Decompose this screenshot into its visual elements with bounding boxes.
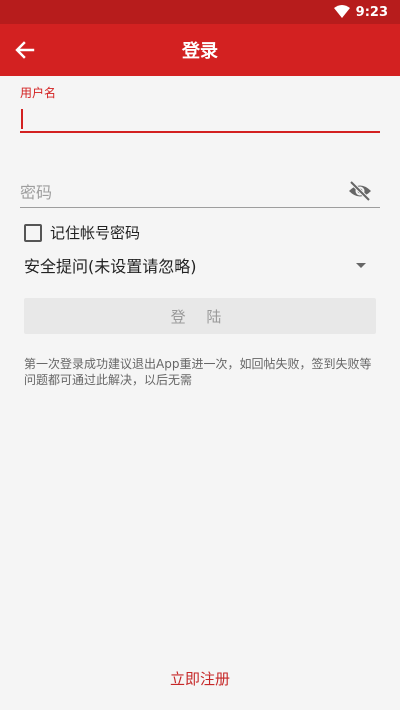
security-question-value: 安全提问(未设置请忽略) <box>24 257 197 276</box>
username-field[interactable]: 用户名 <box>20 84 380 133</box>
login-button[interactable]: 登 陆 <box>24 298 376 334</box>
hint-text: 第一次登录成功建议退出App重进一次，如回帖失败，签到失败等问题都可通过此解决，… <box>24 357 372 387</box>
status-time: 9:23 <box>355 4 388 20</box>
password-input[interactable]: 密码 <box>20 174 380 208</box>
wifi-icon <box>333 5 350 18</box>
password-placeholder: 密码 <box>20 182 53 202</box>
back-button[interactable] <box>12 37 38 63</box>
status-bar: 9:23 <box>0 0 400 24</box>
security-question-select[interactable]: 安全提问(未设置请忽略) <box>24 252 370 278</box>
toolbar: 登录 <box>0 24 400 76</box>
register-link[interactable]: 立即注册 <box>0 668 400 689</box>
username-input[interactable] <box>20 105 380 133</box>
username-label: 用户名 <box>20 86 57 100</box>
remember-checkbox[interactable] <box>24 223 42 242</box>
page-title: 登录 <box>182 41 218 62</box>
arrow-back-icon <box>15 41 35 59</box>
dropdown-arrow-icon <box>356 262 366 268</box>
text-cursor <box>21 109 23 129</box>
remember-label: 记住帐号密码 <box>50 224 141 242</box>
remember-checkbox-row[interactable]: 记住帐号密码 <box>24 222 140 243</box>
visibility-off-icon[interactable] <box>348 180 372 202</box>
password-field[interactable]: 密码 <box>20 174 380 208</box>
